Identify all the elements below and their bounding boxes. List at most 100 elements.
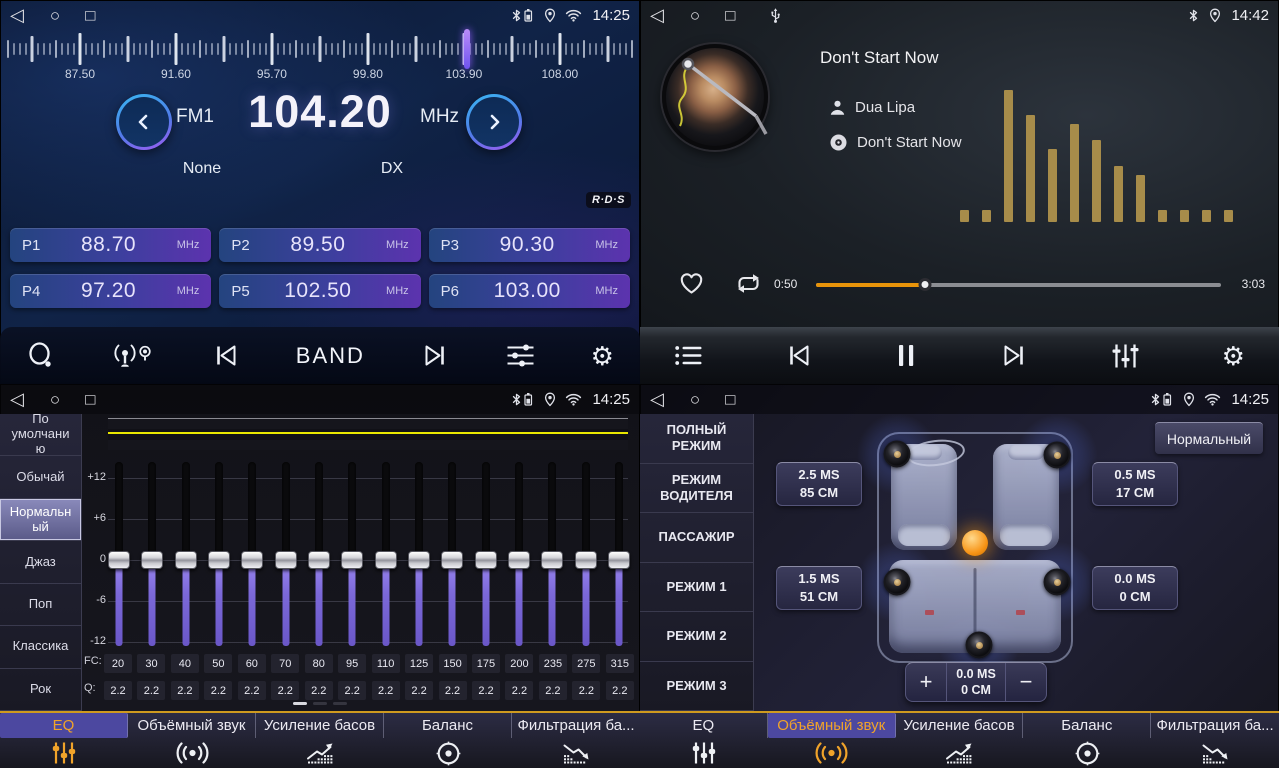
q-value-chip[interactable]: 2.2: [305, 681, 333, 700]
front-left-speaker-icon[interactable]: [884, 441, 911, 468]
listening-mode-item[interactable]: ПАССАЖИР: [640, 513, 753, 563]
q-value-chip[interactable]: 2.2: [372, 681, 400, 700]
favorite-button[interactable]: [678, 271, 705, 301]
eq-band-slider[interactable]: [537, 456, 567, 648]
next-track-button[interactable]: [999, 343, 1029, 368]
tab-bass-boost[interactable]: Усиление басов: [896, 713, 1024, 768]
tab-eq[interactable]: EQ: [640, 713, 768, 768]
eq-band-slider[interactable]: [204, 456, 234, 648]
recents-icon[interactable]: □: [725, 7, 736, 22]
q-value-chip[interactable]: 2.2: [204, 681, 232, 700]
fc-value-chip[interactable]: 20: [104, 654, 132, 673]
slider-handle[interactable]: [341, 551, 363, 569]
fc-value-chip[interactable]: 30: [137, 654, 165, 673]
delay-button-front-right[interactable]: 0.5 MS17 CM: [1092, 462, 1178, 506]
q-value-chip[interactable]: 2.2: [171, 681, 199, 700]
sound-profile-button[interactable]: Нормальный: [1155, 422, 1263, 454]
slider-handle[interactable]: [475, 551, 497, 569]
q-value-chip[interactable]: 2.2: [606, 681, 634, 700]
recents-icon[interactable]: □: [85, 391, 96, 406]
fc-value-chip[interactable]: 125: [405, 654, 433, 673]
eq-band-slider[interactable]: [604, 456, 634, 648]
eq-preset-item[interactable]: Нормальный: [0, 499, 81, 541]
eq-band-slider[interactable]: [504, 456, 534, 648]
q-value-chip[interactable]: 2.2: [505, 681, 533, 700]
tab-bass-boost[interactable]: Усиление басов: [256, 713, 384, 768]
eq-band-slider[interactable]: [571, 456, 601, 648]
slider-handle[interactable]: [575, 551, 597, 569]
tab-eq[interactable]: EQ: [0, 713, 128, 768]
fc-value-chip[interactable]: 95: [338, 654, 366, 673]
recents-icon[interactable]: □: [725, 391, 736, 406]
slider-handle[interactable]: [308, 551, 330, 569]
decrease-delay-button[interactable]: −: [1006, 663, 1046, 701]
eq-band-slider[interactable]: [337, 456, 367, 648]
slider-handle[interactable]: [275, 551, 297, 569]
tune-down-button[interactable]: [116, 94, 172, 150]
eq-band-slider[interactable]: [371, 456, 401, 648]
broadcast-stations-button[interactable]: [112, 341, 156, 371]
repeat-button[interactable]: [732, 271, 765, 301]
playlist-button[interactable]: [674, 344, 703, 367]
pause-button[interactable]: [894, 342, 918, 369]
listening-mode-item[interactable]: РЕЖИМ 1: [640, 563, 753, 613]
progress-knob[interactable]: [919, 278, 932, 291]
slider-handle[interactable]: [608, 551, 630, 569]
settings-gear-button[interactable]: ⚙: [1222, 343, 1245, 369]
q-value-chip[interactable]: 2.2: [439, 681, 467, 700]
recents-icon[interactable]: □: [85, 7, 96, 22]
center-rear-speaker-icon[interactable]: [966, 632, 993, 659]
back-icon[interactable]: ◁: [10, 6, 24, 24]
tab-balance[interactable]: Баланс: [384, 713, 512, 768]
slider-handle[interactable]: [241, 551, 263, 569]
q-value-chip[interactable]: 2.2: [572, 681, 600, 700]
tuning-needle[interactable]: [464, 29, 470, 69]
q-value-chip[interactable]: 2.2: [271, 681, 299, 700]
delay-button-rear-left[interactable]: 1.5 MS51 CM: [776, 566, 862, 610]
q-value-chip[interactable]: 2.2: [338, 681, 366, 700]
tab-surround-sound[interactable]: Объёмный звук: [128, 713, 256, 768]
listening-mode-item[interactable]: РЕЖИМ ВОДИТЕЛЯ: [640, 464, 753, 514]
slider-handle[interactable]: [441, 551, 463, 569]
fc-value-chip[interactable]: 235: [539, 654, 567, 673]
eq-band-slider[interactable]: [171, 456, 201, 648]
q-value-chip[interactable]: 2.2: [238, 681, 266, 700]
seek-previous-button[interactable]: [211, 343, 241, 368]
previous-track-button[interactable]: [784, 343, 814, 368]
home-icon[interactable]: ○: [50, 7, 60, 24]
eq-band-slider[interactable]: [304, 456, 334, 648]
slider-handle[interactable]: [508, 551, 530, 569]
back-icon[interactable]: ◁: [10, 390, 24, 408]
fc-value-chip[interactable]: 110: [372, 654, 400, 673]
slider-handle[interactable]: [408, 551, 430, 569]
preset-button-p2[interactable]: P289.50MHz: [219, 228, 420, 262]
eq-preset-item[interactable]: Джаз: [0, 541, 81, 583]
scan-button[interactable]: [26, 340, 57, 371]
eq-band-slider[interactable]: [237, 456, 267, 648]
q-value-chip[interactable]: 2.2: [539, 681, 567, 700]
progress-bar[interactable]: [816, 283, 1221, 287]
q-value-chip[interactable]: 2.2: [137, 681, 165, 700]
back-icon[interactable]: ◁: [650, 390, 664, 408]
dx-mode-label[interactable]: DX: [366, 160, 418, 178]
eq-band-slider[interactable]: [437, 456, 467, 648]
eq-band-slider[interactable]: [404, 456, 434, 648]
frequency-scale[interactable]: 87.5091.6095.7099.80103.90108.00: [8, 31, 632, 83]
rear-left-speaker-icon[interactable]: [884, 569, 911, 596]
tab-surround-sound[interactable]: Объёмный звук: [768, 713, 896, 768]
fc-value-chip[interactable]: 150: [439, 654, 467, 673]
preset-button-p4[interactable]: P497.20MHz: [10, 274, 211, 308]
rear-right-speaker-icon[interactable]: [1044, 569, 1071, 596]
slider-handle[interactable]: [541, 551, 563, 569]
tab-hpf-filter[interactable]: Фильтрация ба...: [1151, 713, 1279, 768]
seek-next-button[interactable]: [420, 343, 450, 368]
fc-value-chip[interactable]: 275: [572, 654, 600, 673]
preset-button-p3[interactable]: P390.30MHz: [429, 228, 630, 262]
tune-up-button[interactable]: [466, 94, 522, 150]
fc-value-chip[interactable]: 40: [171, 654, 199, 673]
eq-preset-item[interactable]: По умолчанию: [0, 414, 81, 456]
listening-mode-item[interactable]: РЕЖИМ 3: [640, 662, 753, 712]
preset-button-p5[interactable]: P5102.50MHz: [219, 274, 420, 308]
q-value-chip[interactable]: 2.2: [104, 681, 132, 700]
fc-value-chip[interactable]: 315: [606, 654, 634, 673]
